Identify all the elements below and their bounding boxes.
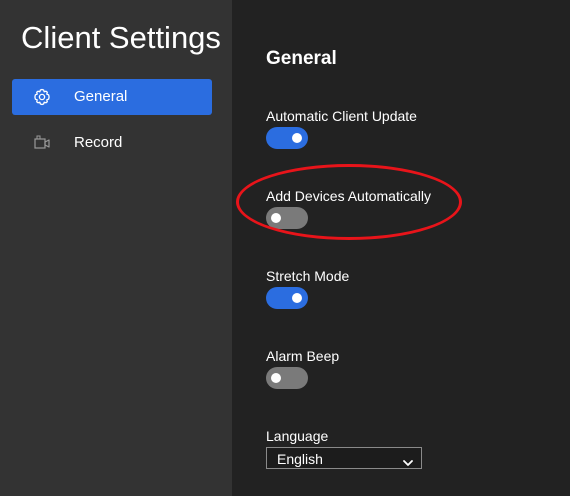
sidebar-item-general[interactable]: General xyxy=(12,79,212,115)
stretch-mode-toggle[interactable] xyxy=(266,287,308,309)
video-camera-icon xyxy=(32,133,52,153)
section-title: General xyxy=(266,48,337,69)
setting-label-language: Language xyxy=(266,428,329,444)
toggle-knob xyxy=(271,373,281,383)
sidebar-item-label: General xyxy=(74,88,128,105)
toggle-knob xyxy=(271,213,281,223)
add-devices-automatically-toggle[interactable] xyxy=(266,207,308,229)
settings-panel: General Automatic Client Update Add Devi… xyxy=(232,0,570,496)
setting-label-stretch-mode: Stretch Mode xyxy=(266,268,350,284)
app-title: Client Settings xyxy=(21,20,221,55)
setting-label-alarm-beep: Alarm Beep xyxy=(266,348,340,364)
setting-label-automatic-client-update: Automatic Client Update xyxy=(266,108,417,124)
setting-label-add-devices-automatically: Add Devices Automatically xyxy=(266,188,431,204)
toggle-knob xyxy=(292,293,302,303)
sidebar: Client Settings General Record xyxy=(0,0,232,496)
language-select-value: English xyxy=(277,451,323,467)
automatic-client-update-toggle[interactable] xyxy=(266,127,308,149)
alarm-beep-toggle[interactable] xyxy=(266,367,308,389)
toggle-knob xyxy=(292,133,302,143)
sidebar-item-label: Record xyxy=(74,134,123,151)
sidebar-item-record[interactable]: Record xyxy=(12,125,212,161)
language-select[interactable]: English xyxy=(266,447,422,469)
client-settings-window: Client Settings General Record General A… xyxy=(0,0,570,496)
gear-icon xyxy=(32,87,52,107)
chevron-down-icon xyxy=(403,454,413,466)
